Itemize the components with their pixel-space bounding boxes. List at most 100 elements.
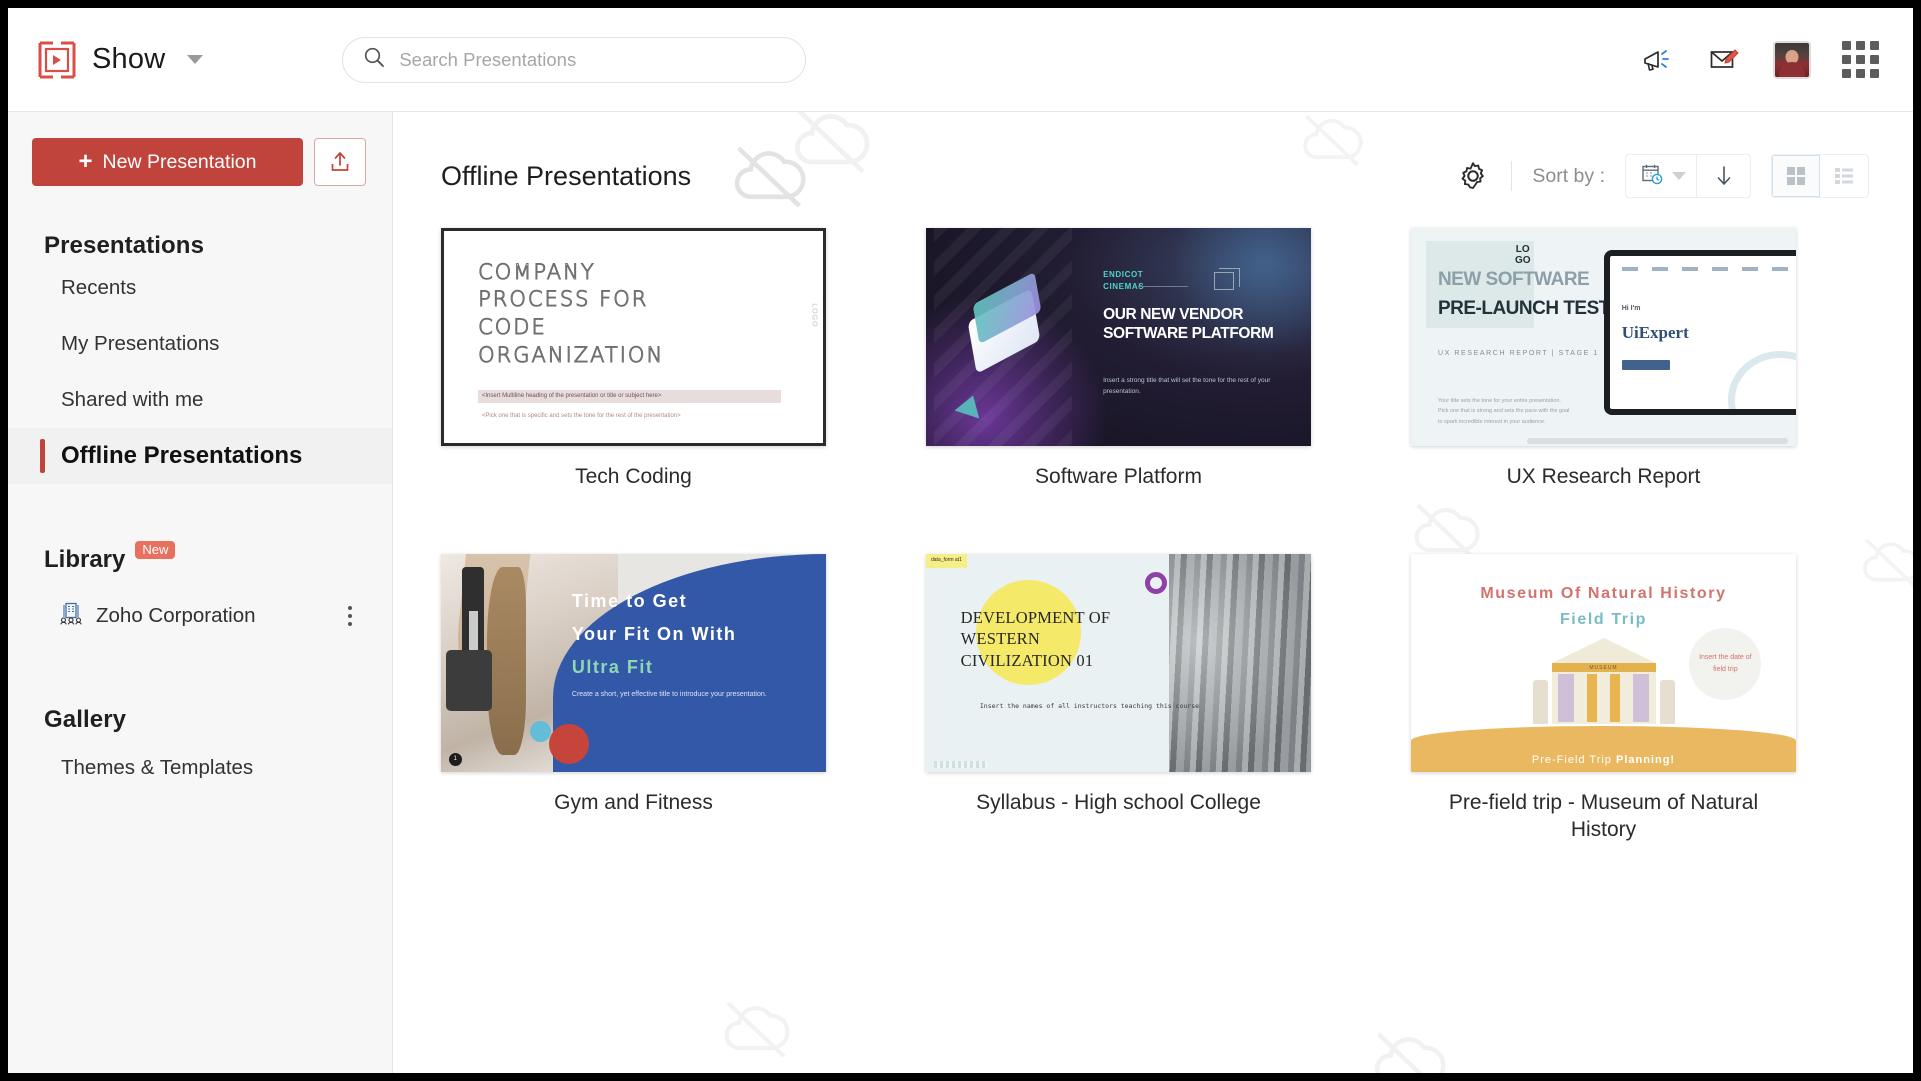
slide-highlight-text: <Insert Multiline heading of the present… xyxy=(481,393,662,400)
slide-description: Create a short, yet effective title to i… xyxy=(571,691,767,699)
slide-page-number: 1 xyxy=(448,752,462,766)
slide-circle-red xyxy=(548,723,589,764)
page-title: Offline Presentations xyxy=(441,160,692,191)
slide-title: COMPANY PROCESS FOR CODE ORGANIZATION xyxy=(478,259,665,367)
presentation-title: UX Research Report xyxy=(1506,465,1701,488)
slide-line-2: Your Fit On With xyxy=(571,624,737,644)
show-play-logo xyxy=(36,40,78,80)
grid-view-icon[interactable] xyxy=(1772,155,1820,197)
avatar[interactable] xyxy=(1773,40,1811,79)
presentation-card[interactable]: Museum Of Natural History Field Trip Ins… xyxy=(1411,554,1796,843)
sidebar-item-my-presentations[interactable]: My Presentations xyxy=(8,316,392,372)
presentation-card[interactable]: ENDICOT CINEMAS OUR NEW VENDOR SOFTWARE … xyxy=(926,228,1311,490)
calendar-clock-icon xyxy=(1640,162,1664,191)
search-box[interactable] xyxy=(342,36,807,83)
sidebar-item-recents[interactable]: Recents xyxy=(8,260,392,316)
main-header: Offline Presentations Sort by : xyxy=(393,112,1913,208)
megaphone-icon[interactable] xyxy=(1639,43,1675,77)
chevron-down-icon[interactable] xyxy=(187,55,204,64)
search-icon xyxy=(363,46,385,73)
show-app-window: Show Search Presentations + New Presenta… xyxy=(8,8,1913,1073)
slide-line-1: Time to Get xyxy=(571,591,688,612)
list-view-icon[interactable] xyxy=(1820,155,1868,197)
sidebar-actions: + New Presentation xyxy=(8,138,392,186)
library-heading: Library xyxy=(44,546,126,573)
sidebar-item-offline-presentations[interactable]: Offline Presentations xyxy=(8,428,392,484)
sidebar-item-label: Themes & Templates xyxy=(61,756,254,779)
sidebar-item-label: Shared with me xyxy=(61,388,204,411)
sidebar-item-label: Recents xyxy=(61,276,137,299)
more-vertical-icon[interactable] xyxy=(348,606,352,626)
presentation-title: Software Platform xyxy=(1035,465,1202,488)
envelope-pencil-icon[interactable] xyxy=(1706,43,1742,77)
presentations-heading: Presentations xyxy=(44,232,205,259)
sort-direction-button[interactable] xyxy=(1696,155,1750,197)
sort-value-dropdown[interactable] xyxy=(1626,162,1696,191)
presentation-thumbnail[interactable]: data_form at1 DEVELOPMENT OF WESTERN CIV… xyxy=(926,554,1311,773)
sidebar-item-themes-templates[interactable]: Themes & Templates xyxy=(8,740,392,796)
presentation-thumbnail[interactable]: COMPANY PROCESS FOR CODE ORGANIZATION LO… xyxy=(441,228,826,446)
building-columns xyxy=(1551,672,1656,725)
library-heading-row: Library New xyxy=(8,541,392,574)
mockup-arc xyxy=(1727,351,1796,410)
header-tools: Sort by : xyxy=(1455,154,1869,198)
presentation-title: Syllabus - High school College xyxy=(976,791,1261,815)
sidebar: + New Presentation Presentations Recents… xyxy=(8,112,393,1073)
sidebar-item-label: My Presentations xyxy=(61,332,220,355)
presentation-card[interactable]: data_form at1 DEVELOPMENT OF WESTERN CIV… xyxy=(926,554,1311,843)
mockup-button xyxy=(1621,360,1670,371)
slide-headline-1: Museum Of Natural History xyxy=(1480,584,1727,602)
slide-line-3: Ultra Fit xyxy=(571,656,654,677)
organization-icon xyxy=(58,601,84,632)
photo-hair xyxy=(487,567,526,755)
sort-by-label: Sort by : xyxy=(1532,164,1605,187)
slide-ring-purple xyxy=(1145,571,1168,594)
slide-subtitle: <Pick one that is specific and sets the … xyxy=(481,413,681,420)
apps-grid-icon[interactable] xyxy=(1842,41,1879,78)
presentation-card[interactable]: LO GO NEW SOFTWARE PRE-LAUNCH TESTING UX… xyxy=(1411,228,1796,490)
slide-banner: Pre-Field Trip Planning! xyxy=(1531,753,1676,766)
new-presentation-label: New Presentation xyxy=(102,150,257,173)
presentation-thumbnail[interactable]: LO GO NEW SOFTWARE PRE-LAUNCH TESTING UX… xyxy=(1411,228,1796,446)
presentation-card[interactable]: COMPANY PROCESS FOR CODE ORGANIZATION LO… xyxy=(441,228,826,490)
presentation-title: Pre-field trip - Museum of Natural Histo… xyxy=(1448,791,1759,841)
slide-headline-2: Field Trip xyxy=(1559,610,1648,628)
brand-area[interactable]: Show xyxy=(36,40,204,80)
gallery-heading: Gallery xyxy=(44,706,127,733)
top-actions xyxy=(1639,40,1879,79)
laptop-mockup: Hi I'm UiExpert xyxy=(1603,249,1796,416)
presentation-thumbnail[interactable]: Museum Of Natural History Field Trip Ins… xyxy=(1411,554,1796,773)
museum-building-icon: MUSEUM xyxy=(1532,638,1675,725)
plus-icon: + xyxy=(78,148,93,175)
presentation-title: Gym and Fitness xyxy=(554,791,713,815)
search-input[interactable] xyxy=(399,37,786,82)
mockup-large-text: UiExpert xyxy=(1621,323,1689,343)
arrow-down-icon xyxy=(1717,166,1730,185)
slide-headline-1: NEW SOFTWARE xyxy=(1437,269,1590,291)
slide-rule xyxy=(1137,285,1188,287)
slide-date-note: Insert the date of field trip xyxy=(1689,628,1762,701)
presentation-thumbnail[interactable]: ENDICOT CINEMAS OUR NEW VENDOR SOFTWARE … xyxy=(926,228,1311,446)
slide-description: Insert the names of all instructors teac… xyxy=(979,702,1200,711)
presentation-thumbnail[interactable]: Time to Get Your Fit On With Ultra Fit C… xyxy=(441,554,826,773)
mockup-nav xyxy=(1621,266,1796,271)
building-post xyxy=(1659,680,1675,725)
sidebar-item-zoho-corporation[interactable]: Zoho Corporation xyxy=(8,588,392,644)
presentation-grid: COMPANY PROCESS FOR CODE ORGANIZATION LO… xyxy=(393,204,1913,843)
gear-icon[interactable] xyxy=(1455,159,1491,193)
presentation-card[interactable]: Time to Get Your Fit On With Ultra Fit C… xyxy=(441,554,826,843)
building-label: MUSEUM xyxy=(1551,663,1656,673)
photo-dumbbell xyxy=(446,650,493,712)
slide-logo: LO GO xyxy=(1514,244,1531,266)
upload-button[interactable] xyxy=(314,138,366,186)
search-area xyxy=(342,36,807,83)
new-presentation-button[interactable]: + New Presentation xyxy=(32,138,303,186)
top-bar: Show xyxy=(8,8,1913,112)
sort-control xyxy=(1625,154,1751,198)
main-content: Offline Presentations Sort by : COMPANY … xyxy=(393,112,1913,1073)
sidebar-item-shared-with-me[interactable]: Shared with me xyxy=(8,372,392,428)
slide-brand: ENDICOT CINEMAS xyxy=(1103,270,1145,292)
slide-photo-colosseum xyxy=(1168,554,1311,773)
slide-logo: LOGO xyxy=(810,303,818,328)
slide-subtitle: UX RESEARCH REPORT | STAGE 1 xyxy=(1437,350,1599,358)
